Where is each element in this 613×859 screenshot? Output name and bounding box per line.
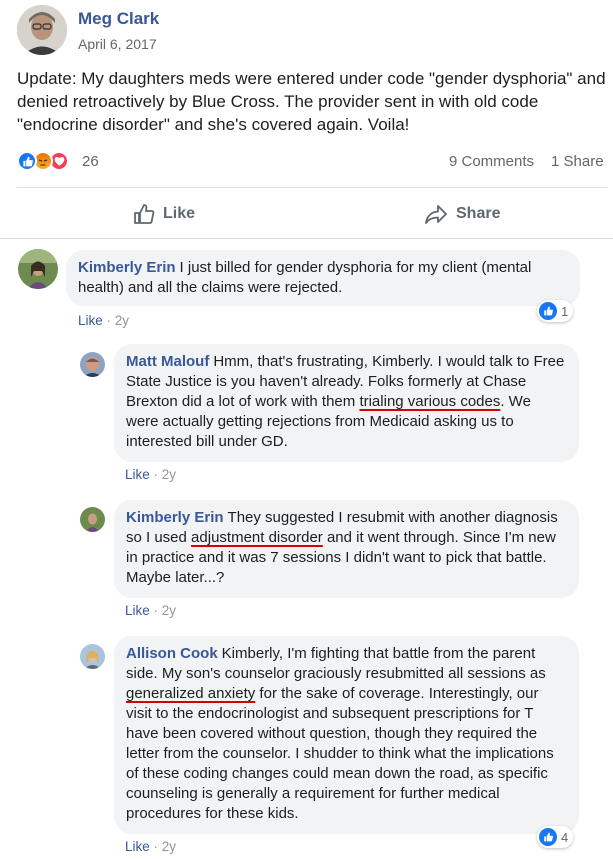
like-button[interactable]: Like xyxy=(133,203,195,225)
divider xyxy=(0,238,613,239)
post-timestamp[interactable]: April 6, 2017 xyxy=(78,36,157,52)
comment-age[interactable]: 2y xyxy=(162,839,176,854)
post-author-name[interactable]: Meg Clark xyxy=(78,9,159,29)
post-shares-count[interactable]: 1 Share xyxy=(551,153,604,170)
comment-avatar[interactable] xyxy=(18,249,58,289)
comment-bubble: Kimberly Erin I just billed for gender dy… xyxy=(66,250,580,306)
comment-like-link[interactable]: Like xyxy=(125,467,150,482)
comment-meta: Like · 2y xyxy=(78,313,129,328)
comment-like-link[interactable]: Like xyxy=(125,839,150,854)
comment-like-link[interactable]: Like xyxy=(125,603,150,618)
post-comments-count[interactable]: 9 Comments xyxy=(449,153,534,170)
divider xyxy=(17,187,607,188)
comment-reaction-pill[interactable]: 1 xyxy=(537,300,574,322)
separator: · xyxy=(106,313,112,328)
comment-meta: Like · 2y xyxy=(125,467,176,482)
share-button[interactable]: Share xyxy=(424,203,500,225)
post-reaction-count[interactable]: 26 xyxy=(82,153,99,170)
share-button-label: Share xyxy=(456,205,501,222)
reply-avatar[interactable] xyxy=(80,352,105,377)
thumbs-up-icon xyxy=(133,203,155,225)
like-icon xyxy=(539,302,557,320)
comment-age[interactable]: 2y xyxy=(162,603,176,618)
reply-bubble: Kimberly Erin They suggested I resubmit w… xyxy=(114,500,579,598)
like-button-label: Like xyxy=(163,205,196,222)
comment-text: for the sake of coverage. Interestingly,… xyxy=(126,685,554,822)
comment-age[interactable]: 2y xyxy=(115,313,129,328)
like-icon xyxy=(539,828,557,846)
comment-reaction-count: 4 xyxy=(561,829,569,845)
reply-avatar[interactable] xyxy=(80,507,105,532)
highlighted-phrase: adjustment disorder xyxy=(191,529,323,546)
separator: · xyxy=(153,603,159,618)
comment-meta: Like · 2y xyxy=(125,603,176,618)
highlighted-phrase: generalized anxiety xyxy=(126,685,256,702)
separator: · xyxy=(153,467,159,482)
comment-meta: Like · 2y xyxy=(125,839,176,854)
comment-age[interactable]: 2y xyxy=(162,467,176,482)
comment-author-name[interactable]: Allison Cook xyxy=(126,645,218,662)
post-reactions[interactable] xyxy=(17,151,69,171)
post-author-avatar[interactable] xyxy=(17,5,67,55)
reply-avatar[interactable] xyxy=(80,644,105,669)
comment-author-name[interactable]: Kimberly Erin xyxy=(126,509,224,526)
comment-reaction-count: 1 xyxy=(561,303,569,319)
comment-like-link[interactable]: Like xyxy=(78,313,103,328)
comment-author-name[interactable]: Matt Malouf xyxy=(126,353,209,370)
separator: · xyxy=(153,839,159,854)
share-arrow-icon xyxy=(424,203,448,225)
comment-author-name[interactable]: Kimberly Erin xyxy=(78,259,176,276)
reply-bubble: Allison Cook Kimberly, I'm fighting that … xyxy=(114,636,579,834)
highlighted-phrase: trialing various codes xyxy=(359,393,501,410)
reply-bubble: Matt Malouf Hmm, that's frustrating, Kimb… xyxy=(114,344,579,462)
comment-reaction-pill[interactable]: 4 xyxy=(537,826,574,848)
like-icon xyxy=(17,151,37,171)
post-text: Update: My daughters meds were entered u… xyxy=(17,69,606,134)
